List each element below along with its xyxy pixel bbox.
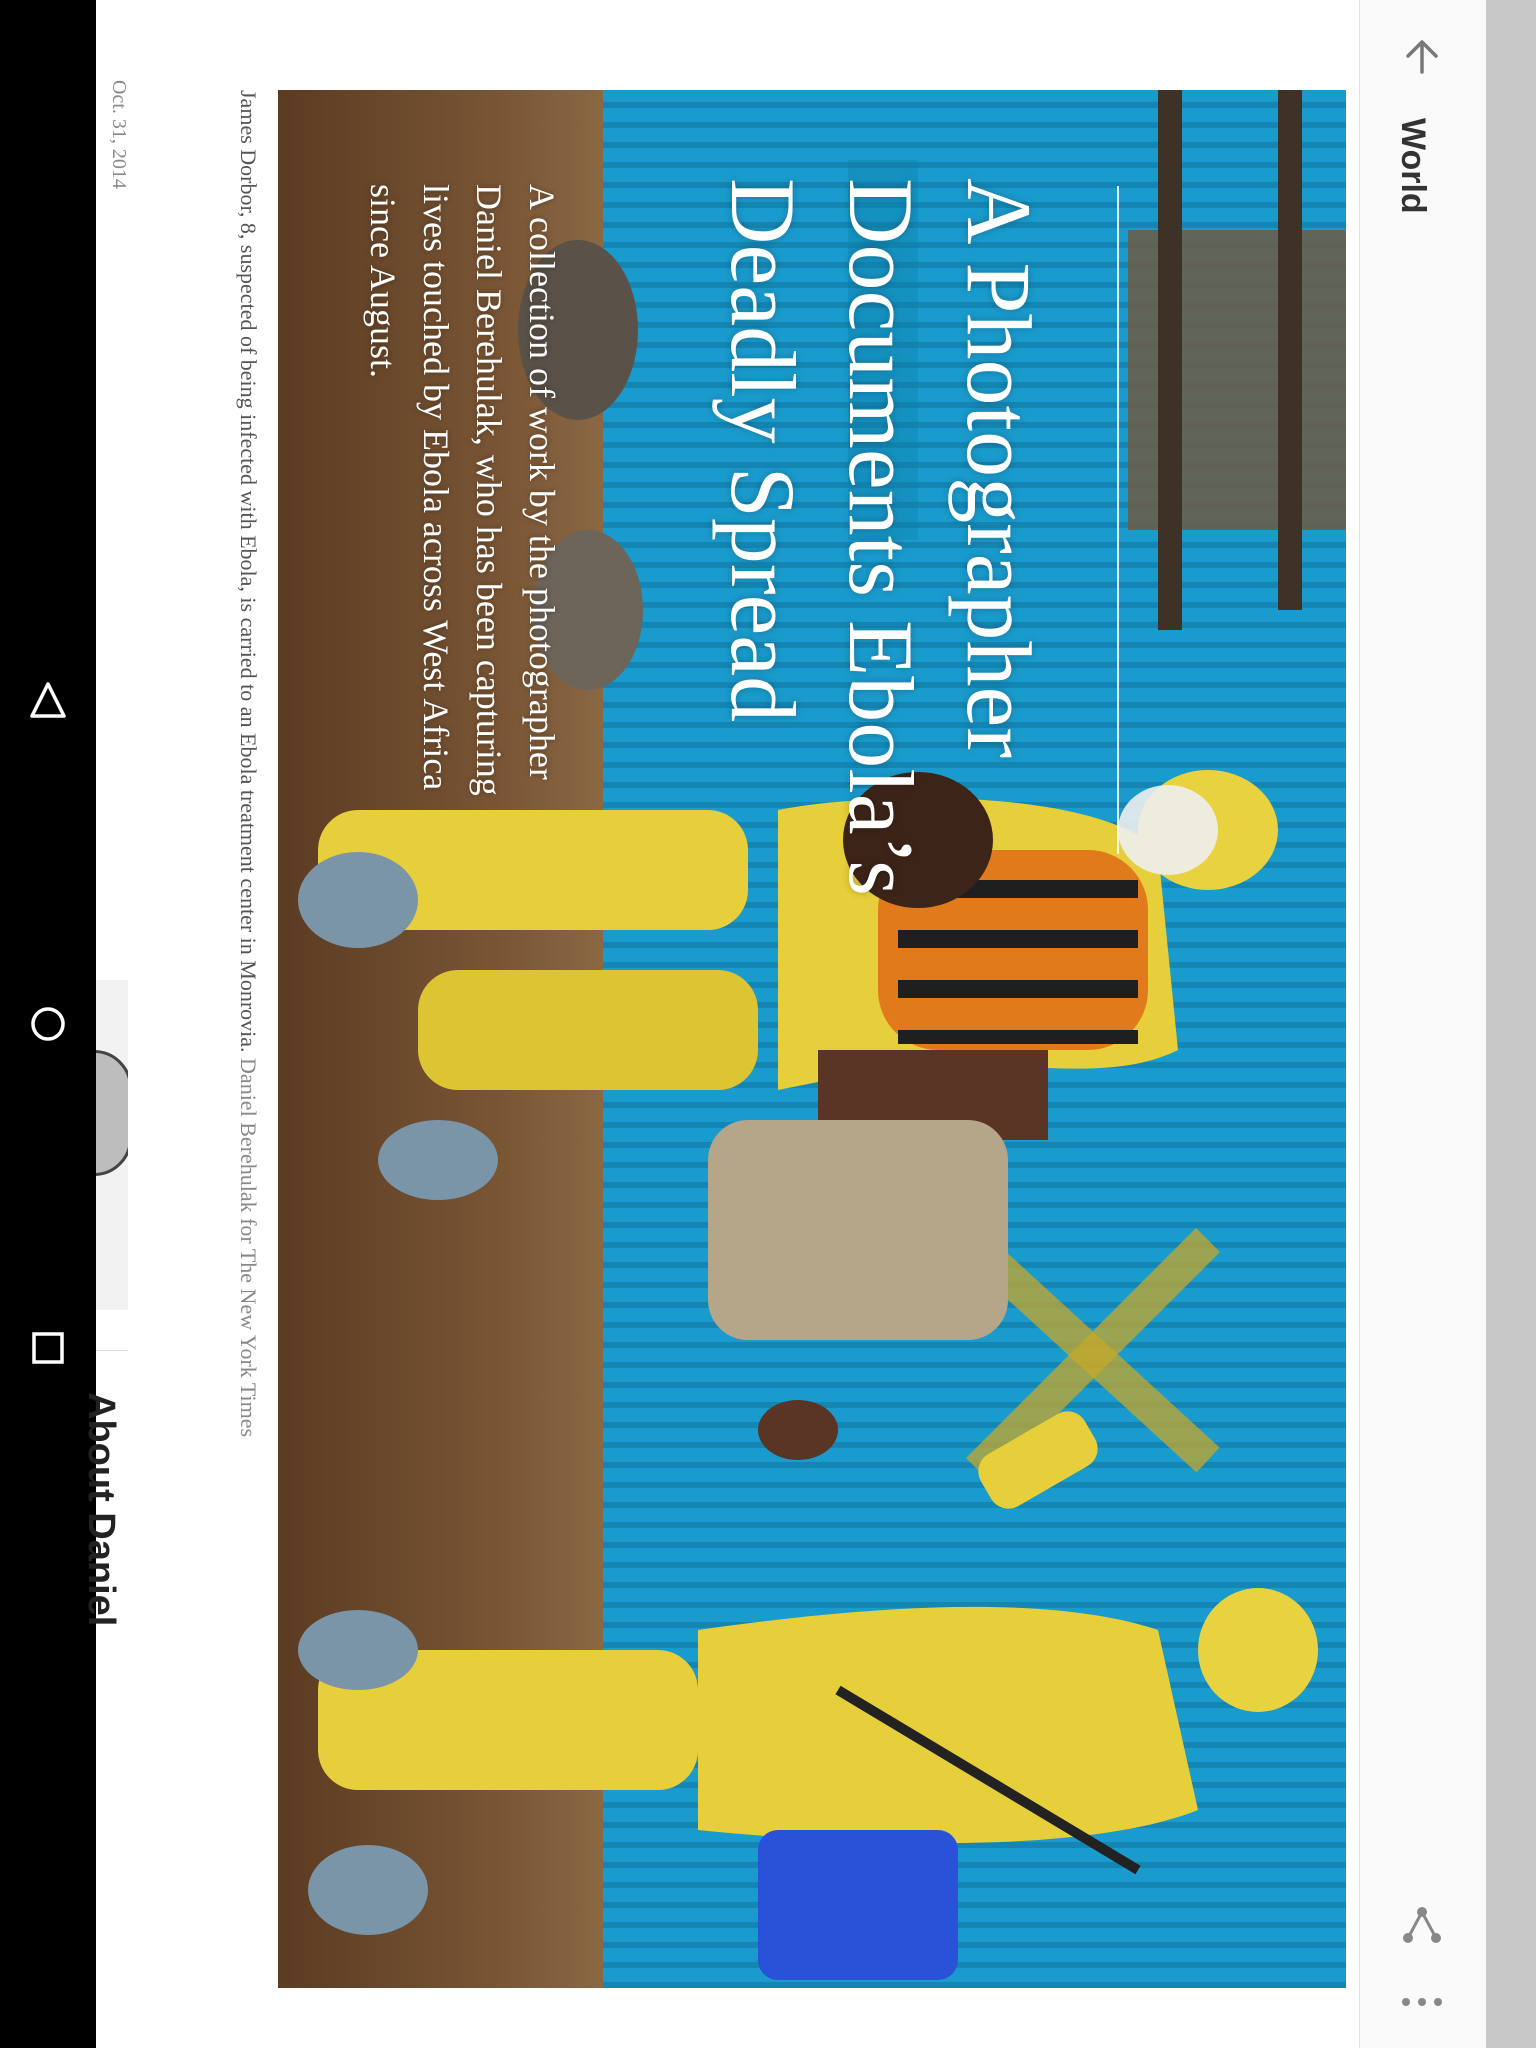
divider bbox=[96, 1350, 128, 1351]
portrait-image bbox=[96, 1050, 128, 1176]
section-title: World bbox=[1394, 118, 1432, 214]
next-article-thumbnail[interactable] bbox=[96, 980, 128, 1310]
share-icon[interactable] bbox=[1396, 1900, 1448, 1952]
article-date: Oct. 31, 2014 bbox=[108, 80, 130, 189]
more-icon[interactable] bbox=[1396, 1976, 1448, 2028]
system-nav-bar bbox=[0, 0, 96, 2048]
home-icon[interactable] bbox=[18, 994, 78, 1054]
next-article-title[interactable]: About Daniel bbox=[79, 1392, 122, 1626]
photo-caption: James Dorbor, 8, suspected of being infe… bbox=[234, 90, 262, 1730]
article-dek: A collection of work by the photographer… bbox=[363, 184, 562, 796]
caption-text: James Dorbor, 8, suspected of being infe… bbox=[236, 90, 261, 1053]
back-icon[interactable] bbox=[18, 672, 78, 732]
headline-rule bbox=[1117, 186, 1119, 854]
photo-credit: Daniel Berehulak for The New York Times bbox=[236, 1058, 261, 1438]
back-arrow-icon[interactable] bbox=[1396, 30, 1448, 82]
app-bar bbox=[1359, 0, 1487, 2048]
recents-icon[interactable] bbox=[18, 1318, 78, 1378]
article-headline[interactable]: A Photographer Documents Ebola’s Deadly … bbox=[704, 178, 1058, 1158]
side-strip bbox=[1486, 0, 1536, 2048]
